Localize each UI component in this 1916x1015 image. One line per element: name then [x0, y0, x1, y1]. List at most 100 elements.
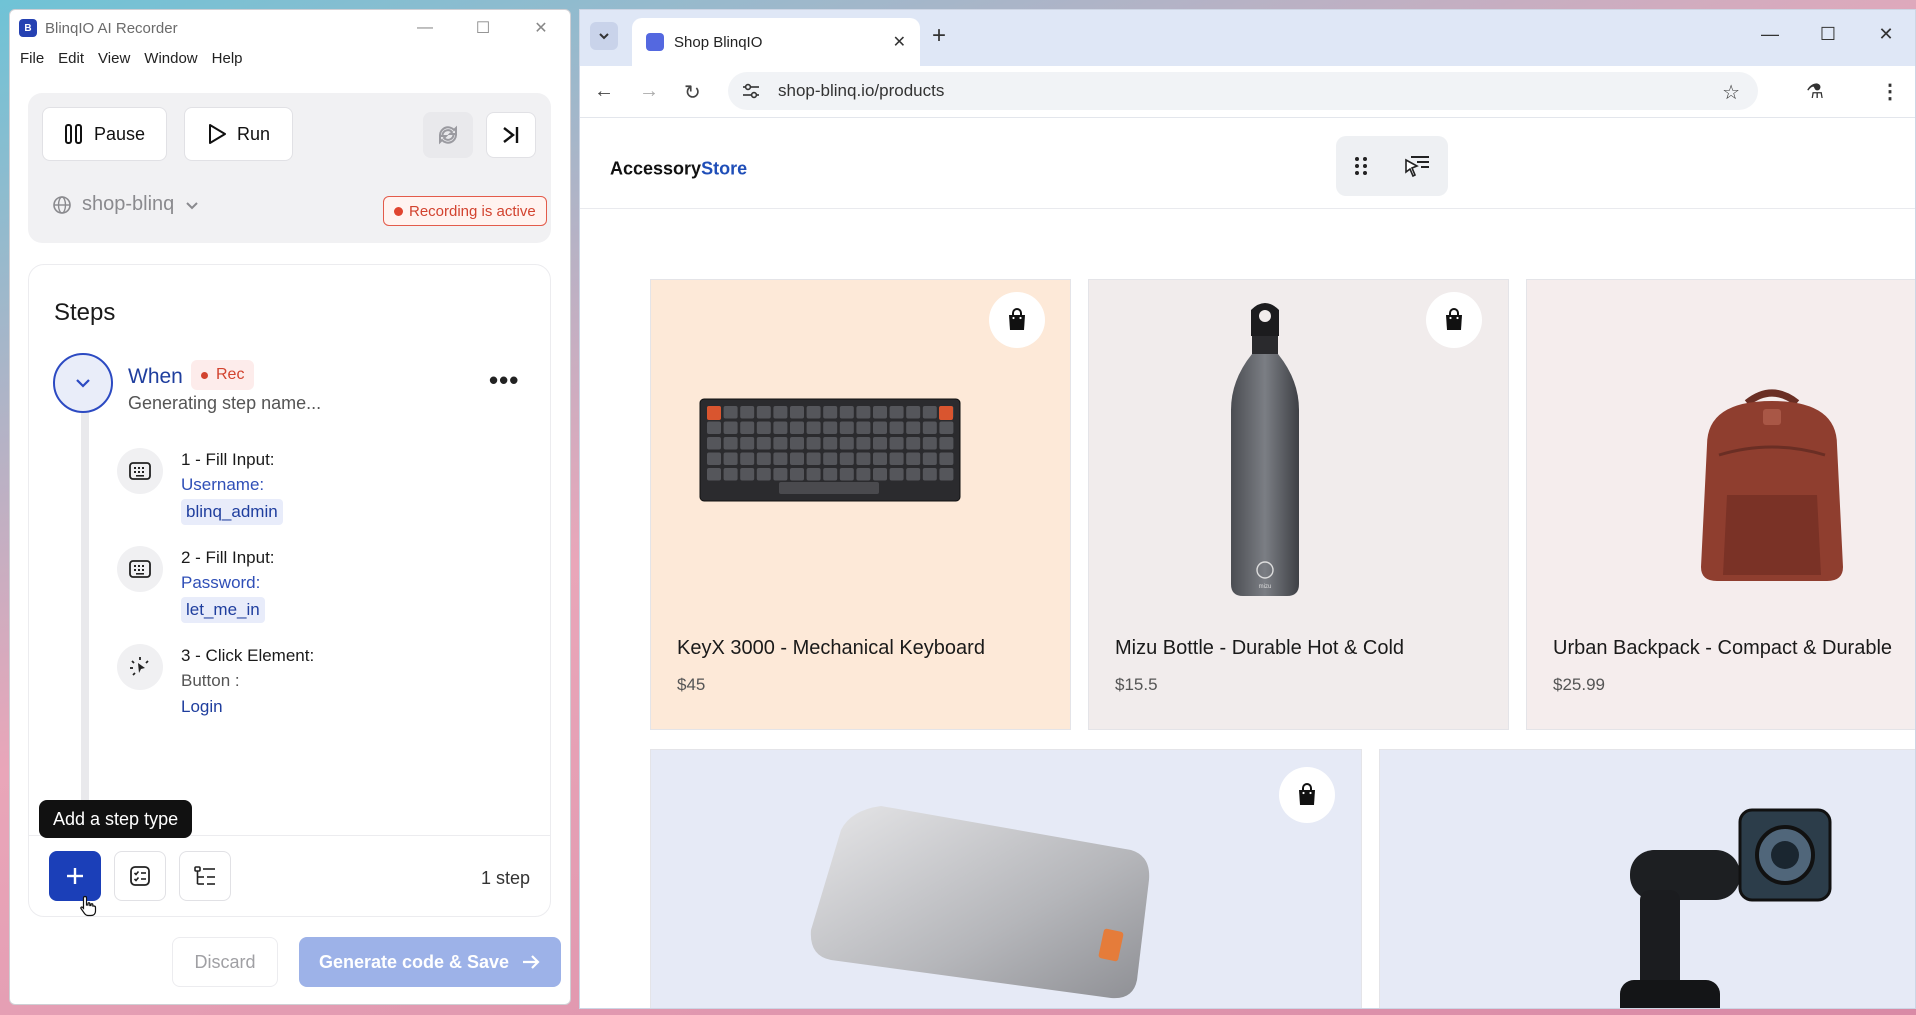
- menu-file[interactable]: File: [16, 50, 48, 67]
- element-picker-icon[interactable]: [1403, 153, 1431, 179]
- keyboard-key: [740, 452, 755, 465]
- arrow-right-icon: [523, 955, 540, 969]
- browser-maximize-button[interactable]: ☐: [1799, 10, 1857, 58]
- new-tab-button[interactable]: +: [932, 22, 946, 50]
- run-button[interactable]: Run: [184, 107, 293, 161]
- url-text: shop-blinq.io/products: [778, 81, 945, 100]
- keyboard-key: [906, 421, 921, 434]
- keyboard-key: [873, 452, 887, 465]
- keyboard-key: [856, 452, 871, 465]
- keyboard-key: [939, 437, 954, 450]
- keyboard-key: [922, 468, 937, 481]
- product-card[interactable]: mizu Mizu Bottle - Durable Hot & Cold $1…: [1088, 279, 1509, 730]
- keyboard-key: [790, 406, 804, 419]
- checklist-button[interactable]: [114, 851, 166, 901]
- product-card[interactable]: [1379, 749, 1915, 1008]
- project-select[interactable]: shop-blinq: [52, 193, 200, 216]
- add-to-cart-button[interactable]: [1279, 767, 1335, 823]
- back-arrow-icon[interactable]: ←: [594, 80, 614, 103]
- menu-help[interactable]: Help: [208, 50, 247, 67]
- add-to-cart-button[interactable]: [1426, 292, 1482, 348]
- tab-title: Shop BlinqIO: [674, 33, 763, 51]
- shopping-bag-icon: [1446, 308, 1462, 330]
- keyboard-key: [740, 421, 755, 434]
- keyboard-key: [856, 406, 871, 419]
- tab-bar: Shop BlinqIO ✕ + — ☐ ✕: [580, 10, 1915, 66]
- step-title: 1 - Fill Input:: [181, 450, 275, 469]
- step-value-link: Login: [181, 697, 223, 716]
- drag-handle-icon[interactable]: [1353, 154, 1369, 178]
- store-logo[interactable]: AccessoryStore: [610, 159, 747, 180]
- keyboard-key: [823, 452, 838, 465]
- step-field: Username:: [181, 475, 265, 494]
- close-button[interactable]: ✕: [512, 10, 570, 46]
- product-card[interactable]: Urban Backpack - Compact & Durable $25.9…: [1526, 279, 1915, 730]
- collapse-when-button[interactable]: [53, 353, 113, 413]
- shopping-bag-icon: [1299, 783, 1315, 805]
- site-info-icon: [743, 83, 759, 99]
- keyboard-key: [922, 406, 937, 419]
- browser-minimize-button[interactable]: —: [1741, 10, 1799, 58]
- keyboard-key: [922, 452, 937, 465]
- recording-dot-icon: [394, 206, 403, 216]
- chevron-down-icon: [599, 33, 609, 40]
- forward-arrow-icon[interactable]: →: [639, 80, 659, 103]
- step-count: 1 step: [480, 868, 530, 888]
- add-step-button[interactable]: [49, 851, 101, 901]
- keyboard-key: [839, 452, 854, 465]
- logo-accent-text: Store: [701, 158, 748, 179]
- address-bar[interactable]: shop-blinq.io/products ☆: [728, 72, 1758, 110]
- power-bank-product-image: [810, 806, 1150, 999]
- reload-icon[interactable]: ↻: [684, 80, 701, 105]
- project-name: shop-blinq: [82, 193, 175, 215]
- list-tree-icon: [194, 866, 215, 885]
- menu-view[interactable]: View: [94, 50, 134, 67]
- minimize-button[interactable]: —: [396, 10, 454, 46]
- add-to-cart-button[interactable]: [989, 292, 1045, 348]
- keyboard-key: [839, 421, 854, 434]
- keyboard-key: [756, 437, 771, 450]
- keyboard-key: [856, 468, 871, 481]
- keyboard-key: [740, 406, 755, 419]
- close-tab-icon[interactable]: ✕: [893, 32, 906, 52]
- discard-button[interactable]: Discard: [172, 937, 278, 987]
- keyboard-key: [906, 452, 921, 465]
- tab-search-button[interactable]: [590, 22, 618, 50]
- maximize-button[interactable]: ☐: [454, 10, 512, 46]
- recorder-window: B BlinqIO AI Recorder — ☐ ✕ File Edit Vi…: [9, 9, 571, 1005]
- browser-close-button[interactable]: ✕: [1857, 10, 1915, 58]
- labs-flask-icon[interactable]: ⚗: [1806, 79, 1824, 104]
- refresh-icon: [439, 125, 457, 145]
- menu-window[interactable]: Window: [140, 50, 201, 67]
- add-step-tooltip: Add a step type: [39, 800, 193, 838]
- refresh-button[interactable]: [423, 112, 473, 158]
- skip-to-end-button[interactable]: [486, 112, 536, 158]
- browser-menu-icon[interactable]: ⋮: [1880, 79, 1900, 104]
- product-card[interactable]: [650, 749, 1362, 1008]
- keyboard-key: [922, 437, 937, 450]
- generate-code-save-button[interactable]: Generate code & Save: [299, 937, 561, 987]
- step-name-status: Generating step name...: [128, 393, 322, 413]
- browser-window: Shop BlinqIO ✕ + — ☐ ✕ ← → ↻ shop-blinq.…: [579, 9, 1916, 1009]
- keyboard-key: [873, 421, 887, 434]
- pause-button[interactable]: Pause: [42, 107, 167, 161]
- product-card[interactable]: KeyX 3000 - Mechanical Keyboard $45: [650, 279, 1071, 730]
- svg-text:mizu: mizu: [1259, 584, 1272, 590]
- menu-edit[interactable]: Edit: [54, 50, 88, 67]
- step-title: 2 - Fill Input:: [181, 548, 275, 567]
- product-name: KeyX 3000 - Mechanical Keyboard: [677, 637, 985, 659]
- pause-label: Pause: [93, 123, 146, 144]
- more-options-button[interactable]: •••: [489, 367, 519, 393]
- step-list-button[interactable]: [179, 851, 231, 901]
- keyboard-key: [806, 406, 821, 419]
- bookmark-star-icon[interactable]: ☆: [1722, 80, 1740, 105]
- keyboard-key: [839, 406, 854, 419]
- keyboard-key: [790, 452, 804, 465]
- click-icon: [117, 644, 163, 690]
- keyboard-product-image: [699, 398, 961, 502]
- keyboard-key: [856, 437, 871, 450]
- keyboard-key: [906, 437, 921, 450]
- keyboard-key: [856, 421, 871, 434]
- keyboard-key: [707, 437, 721, 450]
- tab-shop-blinqio[interactable]: Shop BlinqIO ✕: [632, 18, 920, 66]
